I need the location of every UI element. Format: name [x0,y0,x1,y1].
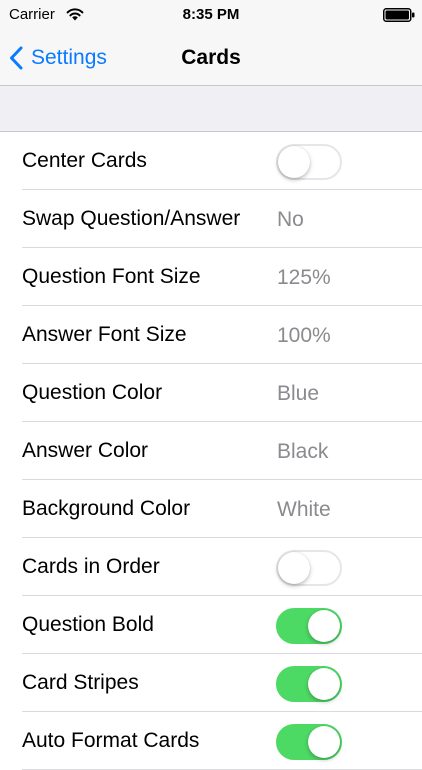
status-bar: Carrier 8:35 PM [0,0,422,30]
setting-label: Question Color [22,381,163,404]
setting-row-background-color[interactable]: Background Color White [0,480,422,538]
settings-list: Center Cards Swap Question/Answer No Que… [0,131,422,770]
toggle-knob [308,668,340,700]
question-bold-toggle[interactable] [276,608,342,644]
toggle-knob [278,146,310,178]
status-time: 8:35 PM [182,6,240,23]
setting-row-swap-question-answer[interactable]: Swap Question/Answer No [0,190,422,248]
auto-format-cards-toggle[interactable] [276,724,342,760]
toggle-knob [308,726,340,758]
battery-icon [383,8,415,22]
setting-value: 100% [277,324,331,347]
card-stripes-toggle[interactable] [276,666,342,702]
setting-label: Auto Format Cards [22,729,200,752]
setting-value: Black [277,440,329,463]
setting-label: Swap Question/Answer [22,207,241,230]
setting-label: Center Cards [22,149,147,172]
setting-row-answer-color[interactable]: Answer Color Black [0,422,422,480]
back-button-label: Settings [31,45,107,69]
center-cards-toggle[interactable] [276,144,342,180]
cards-in-order-toggle[interactable] [276,550,342,586]
chevron-left-icon [10,46,23,69]
setting-row-cards-in-order[interactable]: Cards in Order [0,538,422,596]
setting-row-auto-format-cards[interactable]: Auto Format Cards [0,712,422,770]
setting-value: White [277,498,331,521]
setting-row-question-color[interactable]: Question Color Blue [0,364,422,422]
setting-row-answer-font-size[interactable]: Answer Font Size 100% [0,306,422,364]
toggle-knob [308,610,340,642]
setting-value: Blue [277,382,320,405]
section-header-spacer [0,86,422,131]
setting-row-card-stripes[interactable]: Card Stripes [0,654,422,712]
setting-row-center-cards[interactable]: Center Cards [0,132,422,190]
setting-value: No [277,208,304,231]
setting-label: Question Bold [22,613,154,636]
setting-label: Background Color [22,497,191,520]
toggle-knob [278,552,310,584]
setting-label: Answer Color [22,439,149,462]
navigation-bar: Cards Settings [0,30,422,86]
setting-value: 125% [277,266,331,289]
back-button[interactable]: Settings [9,30,107,85]
setting-label: Question Font Size [22,265,201,288]
setting-label: Cards in Order [22,555,160,578]
setting-label: Answer Font Size [22,323,187,346]
setting-label: Card Stripes [22,671,139,694]
setting-row-question-bold[interactable]: Question Bold [0,596,422,654]
setting-row-question-font-size[interactable]: Question Font Size 125% [0,248,422,306]
